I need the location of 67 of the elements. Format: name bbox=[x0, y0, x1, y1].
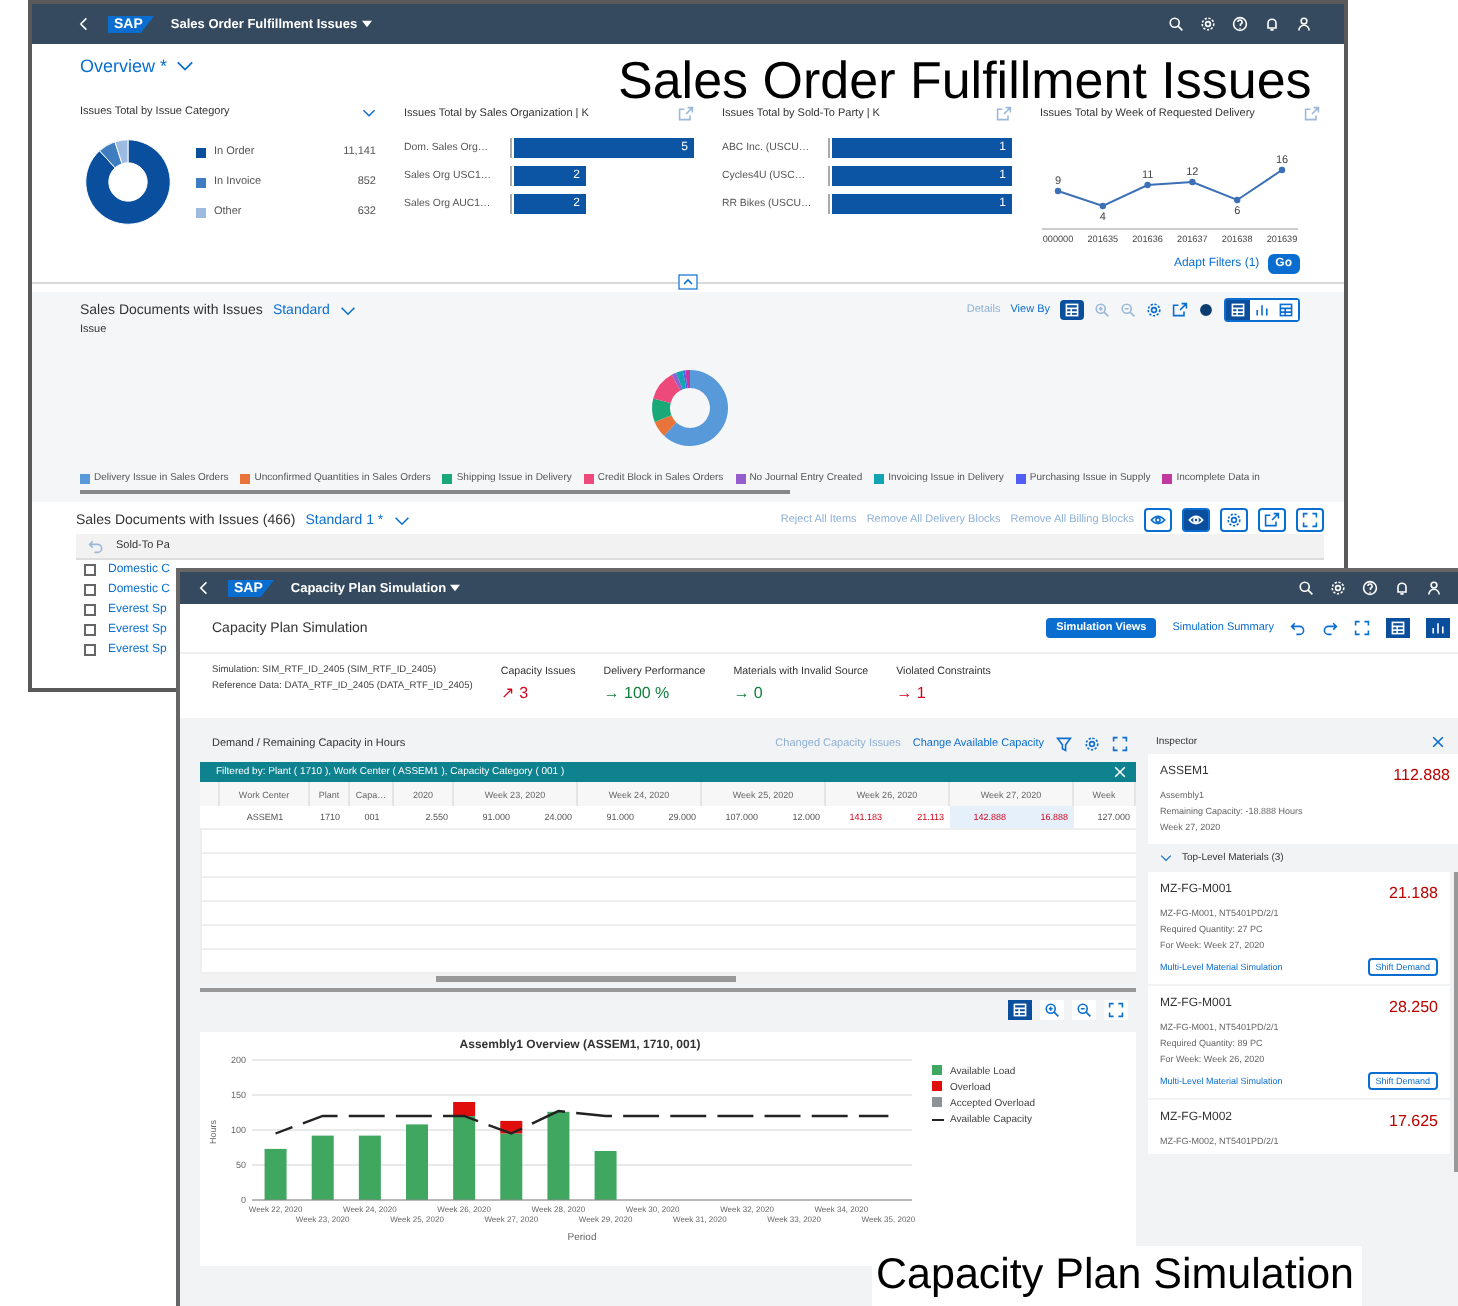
caret-icon[interactable] bbox=[361, 20, 372, 28]
material-value: 28.250 bbox=[1389, 998, 1438, 1016]
back-icon[interactable] bbox=[196, 580, 212, 596]
user-icon[interactable] bbox=[1426, 580, 1442, 596]
row-checkbox[interactable] bbox=[84, 644, 96, 656]
redo-icon[interactable] bbox=[1322, 620, 1338, 636]
row-checkbox[interactable] bbox=[84, 604, 96, 616]
undo-icon[interactable] bbox=[1290, 620, 1306, 636]
kpi-value: ↗ 3 bbox=[500, 684, 531, 702]
data-point bbox=[1054, 187, 1062, 195]
chevron-icon[interactable] bbox=[339, 305, 356, 315]
back-icon[interactable] bbox=[76, 16, 92, 32]
row-checkbox[interactable] bbox=[84, 564, 96, 576]
settings-icon[interactable] bbox=[1084, 736, 1100, 752]
data-point bbox=[1278, 166, 1286, 174]
help-icon[interactable] bbox=[1232, 16, 1248, 32]
kpi-value: → 100 % bbox=[603, 684, 672, 702]
fullscreen-icon[interactable] bbox=[1354, 620, 1370, 636]
export-icon[interactable] bbox=[1264, 512, 1280, 528]
fullscreen-icon[interactable] bbox=[1172, 302, 1188, 318]
table-view-icon[interactable] bbox=[1064, 302, 1080, 318]
bar bbox=[264, 1148, 287, 1200]
filter-icon[interactable] bbox=[1056, 736, 1072, 752]
settings-icon[interactable] bbox=[1226, 512, 1242, 528]
bell-icon[interactable] bbox=[1394, 580, 1410, 596]
close-icon[interactable] bbox=[1430, 734, 1446, 750]
variant-title[interactable]: Overview * bbox=[80, 56, 168, 76]
bar bbox=[311, 1135, 334, 1200]
legend-swatch bbox=[932, 1097, 942, 1107]
data-point bbox=[1144, 181, 1151, 189]
legend-swatch bbox=[932, 1065, 942, 1075]
fullscreen-icon[interactable] bbox=[1112, 736, 1128, 752]
data-point bbox=[1234, 196, 1241, 204]
scrollbar[interactable] bbox=[436, 976, 736, 982]
caption: Sales Order Fulfillment Issues bbox=[618, 56, 1312, 106]
bar bbox=[406, 1124, 428, 1200]
donut-chart-drawing bbox=[80, 134, 176, 230]
donut-chart-drawing bbox=[650, 368, 730, 448]
legend-swatch bbox=[932, 1081, 942, 1091]
settings-icon[interactable] bbox=[1146, 302, 1162, 318]
collapse-handle-icon[interactable] bbox=[678, 274, 698, 290]
data-point bbox=[1189, 178, 1196, 186]
bell-icon[interactable] bbox=[1264, 16, 1280, 32]
data-point bbox=[1099, 202, 1106, 210]
caret-icon[interactable] bbox=[450, 584, 461, 592]
chevron-icon[interactable] bbox=[175, 60, 194, 72]
scrollbar[interactable] bbox=[80, 490, 790, 494]
material-value: 17.625 bbox=[1389, 1112, 1438, 1130]
material-value: 21.188 bbox=[1389, 884, 1438, 902]
kpi-value: → 0 bbox=[733, 684, 765, 702]
capacity-value: 112.888 bbox=[1393, 766, 1450, 784]
fullscreen-icon[interactable] bbox=[1302, 512, 1318, 528]
search-icon[interactable] bbox=[1298, 580, 1314, 596]
search-icon[interactable] bbox=[1168, 16, 1184, 32]
caption: Capacity Plan Simulation bbox=[872, 1246, 1363, 1306]
kpi-value: → 1 bbox=[896, 684, 928, 702]
chevron-icon[interactable] bbox=[1160, 854, 1172, 862]
bar bbox=[594, 1151, 617, 1200]
eye-icon[interactable] bbox=[1150, 512, 1166, 528]
bar bbox=[358, 1135, 381, 1200]
row-checkbox[interactable] bbox=[84, 624, 96, 636]
chevron-icon[interactable] bbox=[362, 107, 376, 117]
user-icon[interactable] bbox=[1296, 16, 1312, 32]
help-icon[interactable] bbox=[1362, 580, 1378, 596]
row-checkbox[interactable] bbox=[84, 584, 96, 596]
bar bbox=[547, 1111, 570, 1200]
chevron-icon[interactable] bbox=[393, 515, 410, 525]
